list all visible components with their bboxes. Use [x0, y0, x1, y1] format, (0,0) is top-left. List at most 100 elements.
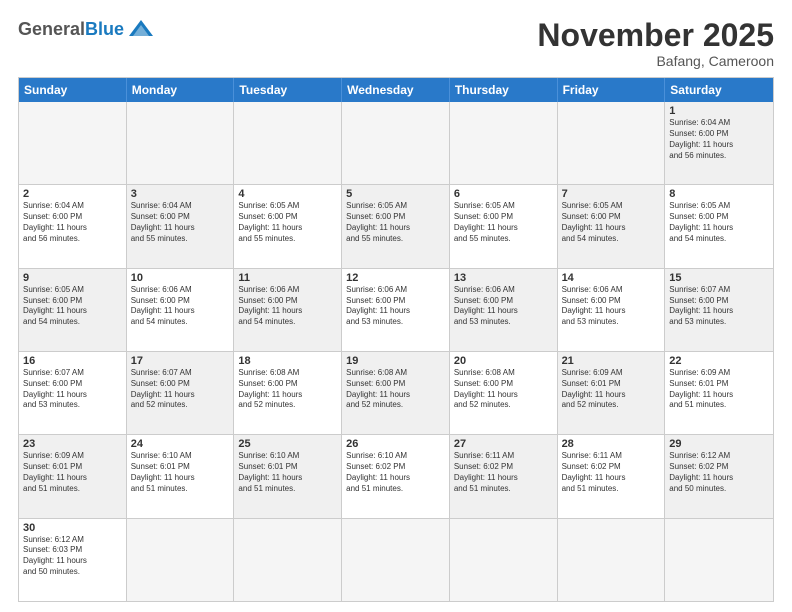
cell-info-line: and 53 minutes. — [669, 317, 769, 328]
calendar-cell-empty-5-3 — [342, 519, 450, 601]
calendar-cell-day-1: 1Sunrise: 6:04 AMSunset: 6:00 PMDaylight… — [665, 102, 773, 184]
weekday-header-thursday: Thursday — [450, 78, 558, 102]
calendar-cell-empty-0-3 — [342, 102, 450, 184]
cell-info-line: and 51 minutes. — [23, 484, 122, 495]
calendar-header: SundayMondayTuesdayWednesdayThursdayFrid… — [19, 78, 773, 102]
calendar-cell-day-18: 18Sunrise: 6:08 AMSunset: 6:00 PMDayligh… — [234, 352, 342, 434]
calendar-body: 1Sunrise: 6:04 AMSunset: 6:00 PMDaylight… — [19, 102, 773, 601]
calendar-cell-empty-0-5 — [558, 102, 666, 184]
cell-info-line: Daylight: 11 hours — [669, 473, 769, 484]
cell-info-line: Sunrise: 6:10 AM — [131, 451, 230, 462]
cell-info-line: Daylight: 11 hours — [346, 390, 445, 401]
calendar-cell-empty-0-2 — [234, 102, 342, 184]
day-number: 5 — [346, 188, 445, 200]
calendar-cell-empty-0-0 — [19, 102, 127, 184]
calendar-cell-day-25: 25Sunrise: 6:10 AMSunset: 6:01 PMDayligh… — [234, 435, 342, 517]
cell-info-line: Sunrise: 6:08 AM — [346, 368, 445, 379]
cell-info-line: Daylight: 11 hours — [238, 223, 337, 234]
calendar-cell-day-24: 24Sunrise: 6:10 AMSunset: 6:01 PMDayligh… — [127, 435, 235, 517]
cell-info-line: and 52 minutes. — [238, 400, 337, 411]
cell-info-line: and 54 minutes. — [23, 317, 122, 328]
cell-info-line: and 54 minutes. — [562, 234, 661, 245]
calendar-cell-day-9: 9Sunrise: 6:05 AMSunset: 6:00 PMDaylight… — [19, 269, 127, 351]
cell-info-line: Sunrise: 6:06 AM — [562, 285, 661, 296]
cell-info-line: Sunset: 6:01 PM — [238, 462, 337, 473]
calendar-cell-day-12: 12Sunrise: 6:06 AMSunset: 6:00 PMDayligh… — [342, 269, 450, 351]
cell-info-line: Sunrise: 6:09 AM — [23, 451, 122, 462]
calendar-cell-day-5: 5Sunrise: 6:05 AMSunset: 6:00 PMDaylight… — [342, 185, 450, 267]
day-number: 12 — [346, 272, 445, 284]
cell-info-line: Sunset: 6:00 PM — [131, 212, 230, 223]
cell-info-line: Daylight: 11 hours — [669, 390, 769, 401]
page: General Blue November 2025 Bafang, Camer… — [0, 0, 792, 612]
cell-info-line: Sunset: 6:00 PM — [23, 296, 122, 307]
calendar-cell-empty-0-4 — [450, 102, 558, 184]
cell-info-line: Sunrise: 6:11 AM — [562, 451, 661, 462]
calendar-cell-day-16: 16Sunrise: 6:07 AMSunset: 6:00 PMDayligh… — [19, 352, 127, 434]
cell-info-line: Sunrise: 6:10 AM — [346, 451, 445, 462]
calendar-cell-day-26: 26Sunrise: 6:10 AMSunset: 6:02 PMDayligh… — [342, 435, 450, 517]
calendar: SundayMondayTuesdayWednesdayThursdayFrid… — [18, 77, 774, 602]
cell-info-line: and 54 minutes. — [669, 234, 769, 245]
cell-info-line: and 55 minutes. — [346, 234, 445, 245]
cell-info-line: Daylight: 11 hours — [23, 556, 122, 567]
cell-info-line: Daylight: 11 hours — [454, 306, 553, 317]
cell-info-line: and 51 minutes. — [562, 484, 661, 495]
cell-info-line: Daylight: 11 hours — [131, 473, 230, 484]
cell-info-line: Daylight: 11 hours — [562, 390, 661, 401]
calendar-row-5: 30Sunrise: 6:12 AMSunset: 6:03 PMDayligh… — [19, 518, 773, 601]
cell-info-line: Sunrise: 6:10 AM — [238, 451, 337, 462]
cell-info-line: Sunrise: 6:04 AM — [131, 201, 230, 212]
weekday-header-saturday: Saturday — [665, 78, 773, 102]
cell-info-line: and 51 minutes. — [454, 484, 553, 495]
cell-info-line: Sunrise: 6:04 AM — [23, 201, 122, 212]
cell-info-line: Daylight: 11 hours — [23, 306, 122, 317]
cell-info-line: and 51 minutes. — [238, 484, 337, 495]
cell-info-line: and 55 minutes. — [131, 234, 230, 245]
cell-info-line: and 55 minutes. — [238, 234, 337, 245]
day-number: 2 — [23, 188, 122, 200]
cell-info-line: Sunset: 6:00 PM — [346, 212, 445, 223]
cell-info-line: Sunset: 6:01 PM — [131, 462, 230, 473]
weekday-header-monday: Monday — [127, 78, 235, 102]
calendar-cell-empty-5-1 — [127, 519, 235, 601]
cell-info-line: and 54 minutes. — [238, 317, 337, 328]
weekday-header-tuesday: Tuesday — [234, 78, 342, 102]
cell-info-line: Sunset: 6:02 PM — [669, 462, 769, 473]
cell-info-line: Sunrise: 6:11 AM — [454, 451, 553, 462]
cell-info-line: Daylight: 11 hours — [238, 390, 337, 401]
day-number: 29 — [669, 438, 769, 450]
logo-text: General Blue — [18, 18, 155, 40]
cell-info-line: Daylight: 11 hours — [669, 306, 769, 317]
month-title: November 2025 — [537, 18, 774, 53]
day-number: 20 — [454, 355, 553, 367]
cell-info-line: Daylight: 11 hours — [669, 140, 769, 151]
cell-info-line: Daylight: 11 hours — [238, 473, 337, 484]
cell-info-line: Sunset: 6:01 PM — [562, 379, 661, 390]
cell-info-line: Daylight: 11 hours — [131, 306, 230, 317]
cell-info-line: Sunset: 6:00 PM — [454, 296, 553, 307]
cell-info-line: Daylight: 11 hours — [562, 306, 661, 317]
cell-info-line: and 52 minutes. — [346, 400, 445, 411]
calendar-cell-day-19: 19Sunrise: 6:08 AMSunset: 6:00 PMDayligh… — [342, 352, 450, 434]
day-number: 6 — [454, 188, 553, 200]
calendar-cell-day-13: 13Sunrise: 6:06 AMSunset: 6:00 PMDayligh… — [450, 269, 558, 351]
cell-info-line: Daylight: 11 hours — [346, 306, 445, 317]
cell-info-line: Daylight: 11 hours — [23, 473, 122, 484]
cell-info-line: and 50 minutes. — [669, 484, 769, 495]
calendar-cell-empty-5-4 — [450, 519, 558, 601]
calendar-cell-day-30: 30Sunrise: 6:12 AMSunset: 6:03 PMDayligh… — [19, 519, 127, 601]
cell-info-line: Daylight: 11 hours — [346, 473, 445, 484]
cell-info-line: Sunrise: 6:05 AM — [454, 201, 553, 212]
cell-info-line: Daylight: 11 hours — [238, 306, 337, 317]
cell-info-line: Sunset: 6:02 PM — [346, 462, 445, 473]
cell-info-line: Sunrise: 6:08 AM — [238, 368, 337, 379]
calendar-cell-day-11: 11Sunrise: 6:06 AMSunset: 6:00 PMDayligh… — [234, 269, 342, 351]
cell-info-line: Sunset: 6:00 PM — [669, 129, 769, 140]
calendar-cell-day-2: 2Sunrise: 6:04 AMSunset: 6:00 PMDaylight… — [19, 185, 127, 267]
cell-info-line: Daylight: 11 hours — [131, 223, 230, 234]
cell-info-line: and 53 minutes. — [346, 317, 445, 328]
day-number: 23 — [23, 438, 122, 450]
calendar-row-4: 23Sunrise: 6:09 AMSunset: 6:01 PMDayligh… — [19, 434, 773, 517]
cell-info-line: Sunrise: 6:09 AM — [562, 368, 661, 379]
